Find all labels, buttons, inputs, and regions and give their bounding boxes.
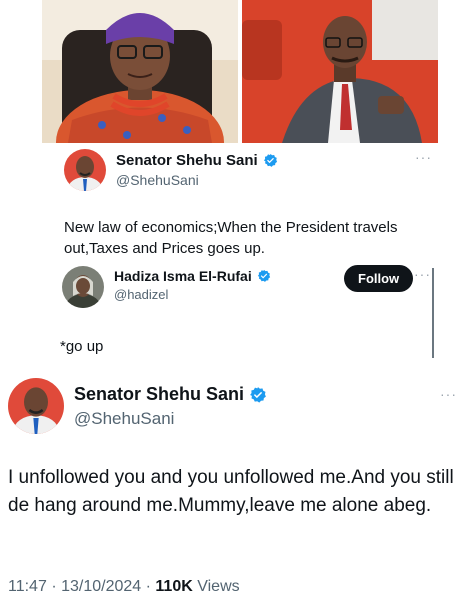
verified-badge-icon <box>263 153 277 167</box>
views-label: Views <box>197 578 240 595</box>
tweet-date[interactable]: 13/10/2024 <box>61 578 141 595</box>
reply-name-row: Hadiza Isma El-Rufai <box>114 268 271 284</box>
quoted-name-row: Senator Shehu Sani <box>116 152 278 169</box>
tweet-time[interactable]: 11:47 <box>8 578 47 595</box>
more-options-icon[interactable]: ··· <box>414 266 431 282</box>
quoted-tweet-header: Senator Shehu Sani @ShehuSani ··· <box>64 149 434 191</box>
meta-separator: · <box>145 578 151 595</box>
shehu-sani-avatar-icon <box>64 149 106 191</box>
meta-separator: · <box>51 578 57 595</box>
avatar[interactable] <box>62 266 104 308</box>
author-handle[interactable]: @ShehuSani <box>116 172 278 188</box>
main-tweet[interactable]: Senator Shehu Sani @ShehuSani ··· I unfo… <box>0 370 471 607</box>
more-options-icon[interactable]: ··· <box>440 386 457 402</box>
woman-photo-illustration <box>42 0 238 143</box>
scroll-indicator <box>432 268 434 358</box>
tweet-media[interactable] <box>42 0 438 143</box>
quoted-tweet-text: New law of economics;When the President … <box>64 219 398 257</box>
verified-badge-icon <box>250 386 266 403</box>
views-count: 110K <box>155 578 193 595</box>
shehu-sani-avatar-icon <box>8 378 64 434</box>
reply-tweet-text: *go up <box>60 338 104 355</box>
reply-author-info: Hadiza Isma El-Rufai @hadizel <box>114 268 271 302</box>
main-author-info: Senator Shehu Sani @ShehuSani <box>74 384 267 429</box>
follow-button[interactable]: Follow <box>344 265 414 292</box>
tweet-meta: 11:47 · 13/10/2024 · 110K Views <box>8 578 240 596</box>
hadiza-avatar-icon <box>62 266 104 308</box>
author-name[interactable]: Senator Shehu Sani <box>74 384 244 405</box>
reply-tweet[interactable]: Hadiza Isma El-Rufai @hadizel Follow ···… <box>42 262 438 362</box>
media-photo-man[interactable] <box>242 0 438 143</box>
verified-badge-icon <box>257 269 270 282</box>
avatar[interactable] <box>64 149 106 191</box>
more-options-icon[interactable]: ··· <box>415 149 432 165</box>
author-name[interactable]: Hadiza Isma El-Rufai <box>114 268 252 284</box>
author-name[interactable]: Senator Shehu Sani <box>116 152 258 169</box>
author-handle[interactable]: @hadizel <box>114 287 271 302</box>
main-name-row: Senator Shehu Sani <box>74 384 267 405</box>
author-handle[interactable]: @ShehuSani <box>74 409 267 429</box>
avatar[interactable] <box>8 378 64 434</box>
man-photo-illustration <box>242 0 438 143</box>
media-photo-woman[interactable] <box>42 0 238 143</box>
quoted-author-info: Senator Shehu Sani @ShehuSani <box>116 152 278 188</box>
main-tweet-text: I unfollowed you and you unfollowed me.A… <box>8 467 454 516</box>
